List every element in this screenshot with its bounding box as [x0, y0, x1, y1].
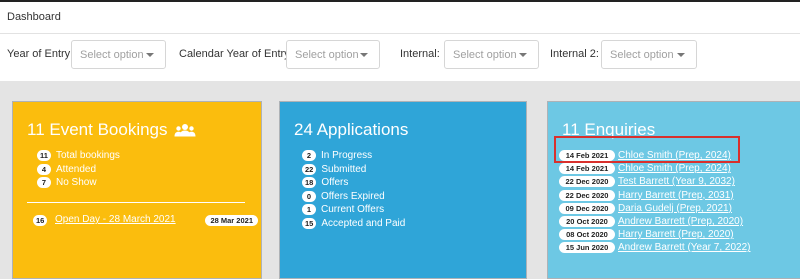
date-badge: 09 Dec 2020	[559, 202, 615, 214]
date-badge: 20 Oct 2020	[559, 216, 615, 228]
select-placeholder: Select option	[453, 49, 517, 61]
date-badge: 15 Jun 2020	[559, 242, 615, 254]
select-placeholder: Select option	[80, 49, 144, 61]
stat-label: Total bookings	[56, 150, 120, 162]
event-bookings-title-text: 11 Event Bookings	[27, 120, 168, 139]
enquiry-row: 15 Jun 2020 Andrew Barrett (Year 7, 2022…	[559, 241, 750, 254]
date-badge: 14 Feb 2021	[559, 163, 615, 175]
stat-row: 22 Submitted	[302, 163, 405, 177]
enquiry-link[interactable]: Test Barrett (Year 9, 2032)	[618, 176, 735, 187]
stat-row: 4 Attended	[37, 163, 120, 177]
applications-title: 24 Applications	[294, 120, 409, 139]
event-bookings-card[interactable]: 11 Event Bookings 11 Total bookings 4 At…	[12, 101, 262, 279]
enquiry-row: 22 Dec 2020 Test Barrett (Year 9, 2032)	[559, 175, 750, 188]
chevron-down-icon	[677, 53, 685, 57]
select-placeholder: Select option	[610, 49, 674, 61]
count-badge: 0	[302, 190, 316, 202]
card-divider	[27, 202, 245, 203]
count-badge: 1	[302, 204, 316, 216]
users-icon	[174, 122, 196, 142]
stat-row: 15 Accepted and Paid	[302, 217, 405, 231]
stat-label: Attended	[56, 163, 97, 175]
page-header: Dashboard	[0, 2, 800, 34]
year-of-entry-label: Year of Entry:	[7, 48, 74, 60]
enquiry-row: 08 Oct 2020 Harry Barrett (Prep, 2020)	[559, 228, 750, 241]
enquiry-link[interactable]: Chloe Smith (Prep, 2024)	[618, 163, 731, 174]
enquiry-row: 22 Dec 2020 Harry Barrett (Prep, 2031)	[559, 189, 750, 202]
internal-2-select[interactable]: Select option	[601, 40, 697, 69]
stat-row: 1 Current Offers	[302, 203, 405, 217]
chevron-down-icon	[519, 53, 527, 57]
filter-bar: Year of Entry: Select option Calendar Ye…	[0, 35, 800, 80]
enquiry-link[interactable]: Daria Gudelj (Prep, 2021)	[618, 203, 732, 214]
count-badge: 22	[302, 163, 317, 175]
page-title: Dashboard	[7, 11, 61, 23]
date-badge: 28 Mar 2021	[205, 215, 258, 226]
dashboard-content: 11 Event Bookings 11 Total bookings 4 At…	[0, 81, 800, 279]
stat-row: 2 In Progress	[302, 149, 405, 163]
enquiries-list: 14 Feb 2021 Chloe Smith (Prep, 2024) 14 …	[559, 149, 750, 255]
event-bookings-title: 11 Event Bookings	[27, 120, 196, 142]
count-badge: 11	[37, 150, 51, 162]
event-link[interactable]: Open Day - 28 March 2021	[55, 214, 176, 225]
count-badge: 15	[302, 217, 317, 229]
count-badge: 2	[302, 150, 316, 162]
date-badge: 22 Dec 2020	[559, 189, 615, 201]
count-badge: 4	[37, 163, 51, 175]
stat-label: Offers Expired	[321, 190, 385, 202]
stat-label: No Show	[56, 177, 97, 189]
stat-row: 11 Total bookings	[37, 149, 120, 163]
highlight-box	[554, 136, 740, 163]
stat-label: Accepted and Paid	[321, 217, 406, 229]
count-badge: 18	[302, 177, 317, 189]
enquiry-link[interactable]: Harry Barrett (Prep, 2020)	[618, 229, 734, 240]
stat-row: 0 Offers Expired	[302, 190, 405, 204]
internal-select[interactable]: Select option	[444, 40, 539, 69]
stat-label: Offers	[321, 177, 349, 189]
stat-label: Current Offers	[321, 204, 385, 216]
enquiry-row: 20 Oct 2020 Andrew Barrett (Prep, 2020)	[559, 215, 750, 228]
internal-label: Internal:	[400, 48, 440, 60]
count-badge: 16	[33, 215, 48, 226]
chevron-down-icon	[360, 53, 368, 57]
enquiries-card[interactable]: 11 Enquiries 14 Feb 2021 Chloe Smith (Pr…	[547, 101, 800, 279]
chevron-down-icon	[146, 53, 154, 57]
enquiry-row: 09 Dec 2020 Daria Gudelj (Prep, 2021)	[559, 202, 750, 215]
applications-card[interactable]: 24 Applications 2 In Progress 22 Submitt…	[279, 101, 527, 279]
calendar-year-of-entry-label: Calendar Year of Entry:	[179, 48, 293, 60]
stat-row: 7 No Show	[37, 176, 120, 190]
stat-row: 18 Offers	[302, 176, 405, 190]
stat-label: Submitted	[321, 163, 367, 175]
year-of-entry-select[interactable]: Select option	[71, 40, 166, 69]
internal-2-label: Internal 2:	[550, 48, 599, 60]
date-badge: 22 Dec 2020	[559, 176, 615, 188]
date-badge: 08 Oct 2020	[559, 229, 615, 241]
stat-label: In Progress	[321, 150, 373, 162]
select-placeholder: Select option	[295, 49, 359, 61]
count-badge: 7	[37, 177, 51, 189]
enquiry-row: 14 Feb 2021 Chloe Smith (Prep, 2024)	[559, 162, 750, 175]
enquiry-link[interactable]: Harry Barrett (Prep, 2031)	[618, 190, 734, 201]
application-stats-list: 2 In Progress 22 Submitted 18 Offers 0 O…	[302, 149, 405, 230]
calendar-year-of-entry-select[interactable]: Select option	[286, 40, 380, 69]
enquiry-link[interactable]: Andrew Barrett (Prep, 2020)	[618, 216, 743, 227]
event-stats-list: 11 Total bookings 4 Attended 7 No Show	[37, 149, 120, 190]
event-row: 16 Open Day - 28 March 2021 28 Mar 2021	[33, 214, 258, 228]
enquiry-link[interactable]: Andrew Barrett (Year 7, 2022)	[618, 242, 750, 253]
